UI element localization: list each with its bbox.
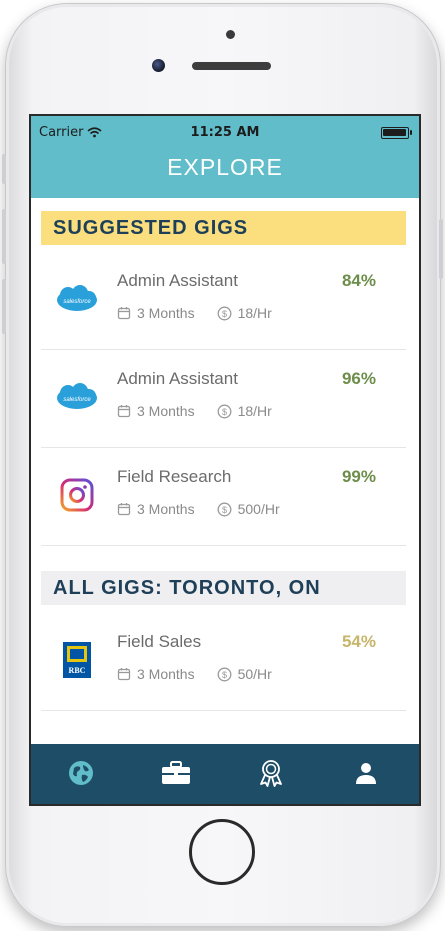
person-icon xyxy=(356,763,376,784)
gig-card[interactable]: salesforce Admin Assistant 96% 3 Months … xyxy=(41,349,406,448)
dollar-icon: $ xyxy=(217,404,232,418)
gig-meta: 3 Months $ 500/Hr xyxy=(117,501,280,517)
gig-title: Field Sales xyxy=(117,632,202,651)
battery-icon xyxy=(381,127,412,139)
gig-duration: 3 Months xyxy=(137,305,195,321)
gig-rate: 18/Hr xyxy=(237,305,272,321)
tab-achievements[interactable] xyxy=(256,758,286,788)
match-percent: 99% xyxy=(341,467,376,486)
tab-explore[interactable] xyxy=(66,758,96,788)
suggested-gigs-header: SUGGESTED GIGS xyxy=(41,211,406,245)
app-screen: Carrier 11:25 AM EXPLORE SUGGESTED GIGS xyxy=(29,114,421,806)
tab-profile[interactable] xyxy=(351,758,381,788)
svg-text:$: $ xyxy=(222,309,227,319)
dollar-icon: $ xyxy=(217,306,232,320)
app-header: Carrier 11:25 AM EXPLORE xyxy=(31,116,419,198)
rbc-logo: RBC xyxy=(55,642,99,678)
svg-text:$: $ xyxy=(222,505,227,515)
calendar-icon xyxy=(117,307,131,320)
tab-gigs[interactable] xyxy=(161,758,191,788)
gig-title: Admin Assistant xyxy=(117,271,238,290)
gig-rate: 50/Hr xyxy=(237,666,272,682)
dollar-icon: $ xyxy=(217,667,232,681)
gig-rate: 18/Hr xyxy=(237,403,272,419)
earpiece-speaker xyxy=(192,62,271,70)
gig-meta: 3 Months $ 18/Hr xyxy=(117,305,272,321)
match-percent: 84% xyxy=(341,271,376,290)
clock: 11:25 AM xyxy=(190,125,260,140)
gig-title: Field Research xyxy=(117,467,232,486)
status-bar: Carrier 11:25 AM xyxy=(31,122,419,142)
gig-title: Admin Assistant xyxy=(117,369,238,388)
instagram-logo xyxy=(55,477,99,513)
salesforce-wordmark: salesforce xyxy=(63,397,91,403)
gig-duration: 3 Months xyxy=(137,501,195,517)
calendar-icon xyxy=(117,503,131,516)
salesforce-wordmark: salesforce xyxy=(63,299,91,305)
calendar-icon xyxy=(117,668,131,681)
page-title: EXPLORE xyxy=(167,154,283,180)
rbc-wordmark: RBC xyxy=(69,666,86,675)
tab-bar xyxy=(31,744,419,804)
volume-down-button xyxy=(2,279,6,334)
match-percent: 96% xyxy=(341,369,376,388)
all-gigs-header: ALL GIGS: TORONTO, ON xyxy=(41,571,406,605)
calendar-icon xyxy=(117,405,131,418)
ribbon-award-icon xyxy=(260,760,282,787)
gig-duration: 3 Months xyxy=(137,403,195,419)
gig-card[interactable]: Field Research 99% 3 Months $ 500/Hr xyxy=(41,447,406,546)
front-camera xyxy=(152,59,165,72)
match-percent: 54% xyxy=(341,632,376,651)
gig-rate: 500/Hr xyxy=(237,501,280,517)
dollar-icon: $ xyxy=(217,502,232,516)
power-button xyxy=(439,219,443,279)
globe-icon xyxy=(69,761,93,785)
gig-card[interactable]: RBC Field Sales 54% 3 Months $ 50/Hr xyxy=(41,612,406,711)
mute-switch xyxy=(2,154,6,184)
salesforce-logo: salesforce xyxy=(55,379,99,415)
gig-card[interactable]: salesforce Admin Assistant 84% 3 Months … xyxy=(41,251,406,350)
svg-text:$: $ xyxy=(222,670,227,680)
sensor-dot xyxy=(226,30,235,39)
gig-duration: 3 Months xyxy=(137,666,195,682)
briefcase-icon xyxy=(162,761,190,784)
gig-meta: 3 Months $ 18/Hr xyxy=(117,403,272,419)
volume-up-button xyxy=(2,209,6,264)
salesforce-logo: salesforce xyxy=(55,281,99,317)
svg-text:$: $ xyxy=(222,407,227,417)
battery-level xyxy=(383,129,406,136)
gig-meta: 3 Months $ 50/Hr xyxy=(117,666,272,682)
home-button[interactable] xyxy=(189,819,255,885)
